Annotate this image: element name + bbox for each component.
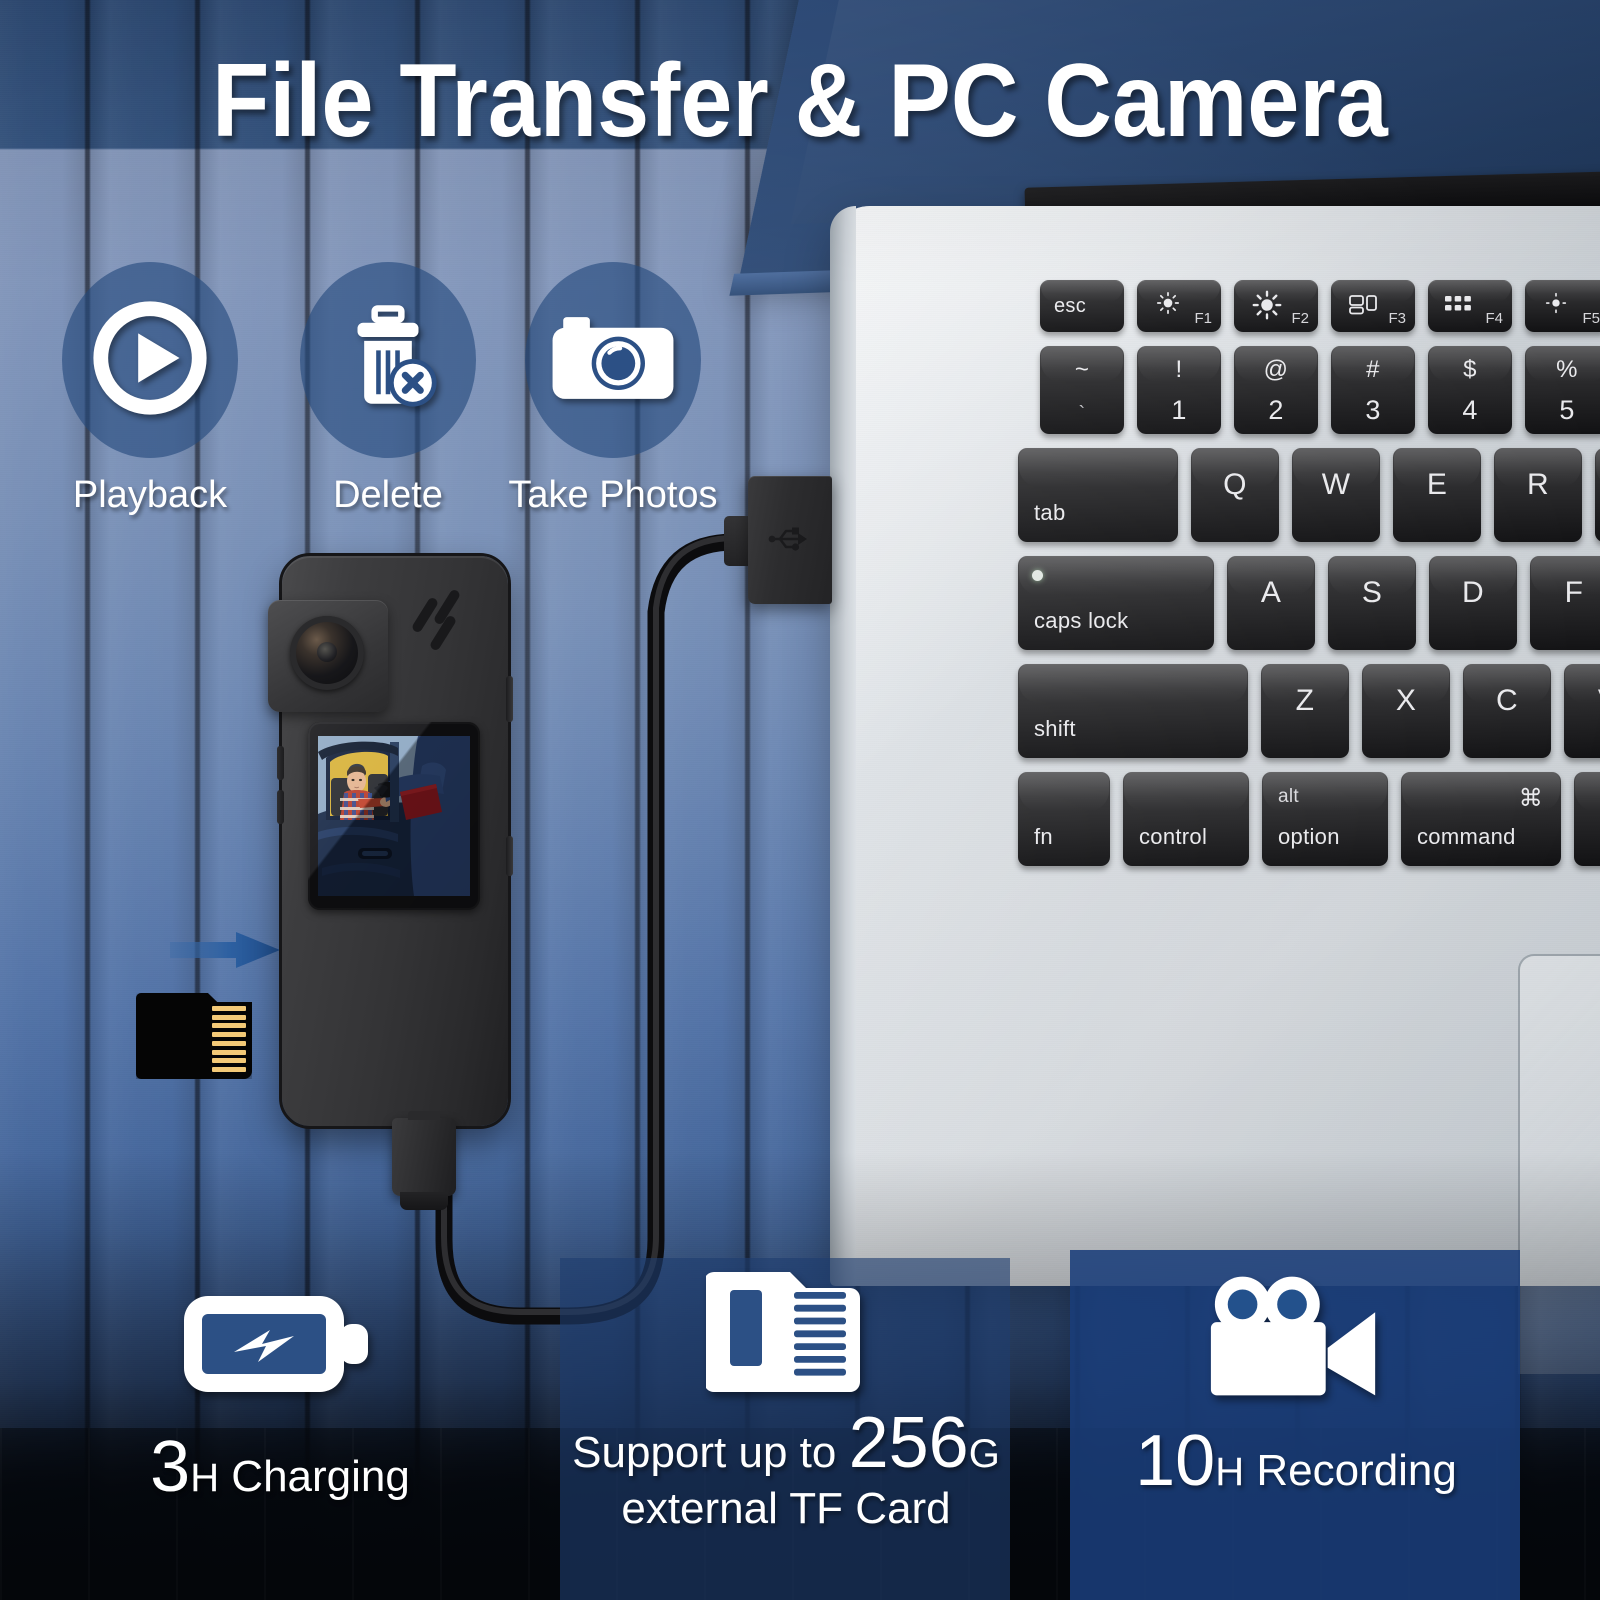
- feature-recording: 10H Recording: [1080, 1272, 1512, 1502]
- camera-lens-module: [268, 600, 388, 712]
- feature-charging-text: 3H Charging: [150, 1427, 410, 1507]
- micro-sd-card: [136, 993, 252, 1079]
- feature-storage-line1: Support up to 256G: [572, 1403, 1000, 1483]
- feature-label: Delete: [333, 474, 443, 516]
- usb-c-connector[interactable]: [392, 1111, 456, 1210]
- camera-left-button[interactable]: [277, 746, 284, 780]
- product-marketing-image: esc F1 F2 F3 F4 F5 esc: [0, 0, 1600, 1600]
- feature-charging: 3H Charging: [80, 1280, 480, 1508]
- battery-charging-icon: [180, 1296, 380, 1412]
- camera-right-button[interactable]: [506, 676, 513, 722]
- feature-playback: Playback: [45, 262, 255, 517]
- body-camera: [268, 553, 513, 1210]
- sd-card-contacts: [212, 1006, 246, 1072]
- usb-a-connector[interactable]: [748, 476, 832, 604]
- video-camera-icon: [1201, 1276, 1391, 1408]
- feature-take-photos: Take Photos: [508, 262, 718, 517]
- feature-storage: Support up to 256G external TF Card: [570, 1268, 1002, 1533]
- feature-disc: [300, 262, 476, 458]
- feature-label: Playback: [72, 474, 228, 516]
- insert-arrow-right: [170, 930, 280, 970]
- camera-left-button-2[interactable]: [277, 790, 284, 824]
- page-title: File Transfer & PC Camera: [212, 43, 1388, 159]
- feature-delete: Delete: [283, 262, 493, 517]
- feature-recording-text: 10H Recording: [1135, 1421, 1457, 1501]
- feature-label: Take Photos: [508, 474, 718, 516]
- camera-lens: [290, 616, 364, 690]
- camera-right-button-2[interactable]: [506, 836, 513, 876]
- play-circle-icon: [87, 295, 213, 426]
- feature-disc: [525, 262, 701, 458]
- camera-display[interactable]: [308, 722, 480, 910]
- traffic-stop-preview: [318, 736, 470, 896]
- speaker-grille: [410, 588, 474, 652]
- camera-icon: [549, 306, 677, 415]
- usb-trident-symbol: [768, 522, 812, 561]
- feature-storage-line2: external TF Card: [621, 1483, 951, 1533]
- trash-delete-icon: [327, 297, 449, 424]
- feature-disc: [62, 262, 238, 458]
- micro-sd-card-icon: [704, 1272, 866, 1396]
